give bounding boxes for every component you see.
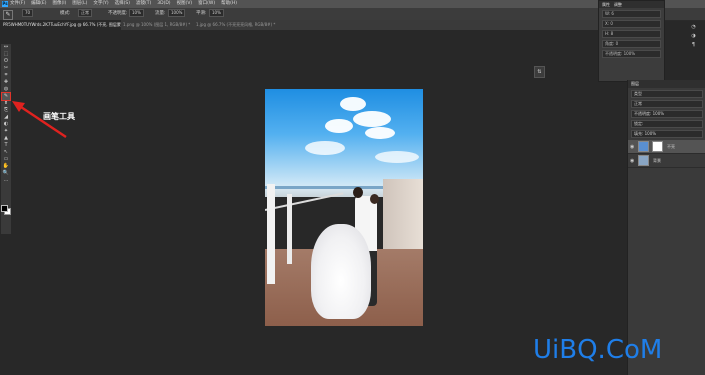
marquee-tool-icon[interactable]: ⬚ — [2, 51, 10, 58]
site-watermark: UiBQ.CoM — [533, 335, 663, 365]
smoothing-field[interactable]: 10% — [207, 8, 224, 20]
brush-size-field[interactable]: 70 — [20, 8, 34, 20]
tab-document-1[interactable]: PR5WHM0TUYWrds.2K7TuuEchYF.jpg @ 66.7% (… — [0, 20, 121, 30]
brush-tool-annotation: 画笔工具 — [43, 112, 75, 121]
menu-view[interactable]: 视图(V) — [177, 0, 193, 8]
move-tool-icon[interactable]: ↔ — [2, 44, 10, 51]
photoshop-logo: Ps — [2, 1, 8, 7]
tab-adjustments[interactable]: 调整 — [614, 2, 622, 7]
menu-filter[interactable]: 滤镜(T) — [136, 0, 151, 8]
properties-panel: 属性 调整 W: 6 X: 0 H: 8 角度: 0 不透明度: 100% — [598, 0, 665, 82]
lasso-tool-icon[interactable]: ʘ — [2, 58, 10, 65]
photo-cloud — [325, 119, 353, 133]
menu-select[interactable]: 选择(S) — [115, 0, 130, 8]
shape-tool-icon[interactable]: ▭ — [2, 156, 10, 163]
mode-label: 模式: — [60, 11, 71, 16]
properties-angle-field[interactable]: 角度: 0 — [602, 40, 661, 48]
menu-edit[interactable]: 编辑(E) — [31, 0, 46, 8]
photo-cloud — [375, 151, 419, 163]
layer-thumbnail — [638, 155, 649, 166]
menu-image[interactable]: 图像(I) — [52, 0, 66, 8]
layer-mask-thumbnail[interactable] — [652, 141, 663, 152]
menu-3d[interactable]: 3D(D) — [157, 0, 170, 8]
foreground-color-swatch[interactable] — [1, 205, 8, 212]
tab-document-2[interactable]: 1.png @ 100% (图层 1, RGB/8#) * — [120, 20, 196, 30]
paragraph-panel-icon[interactable]: ¶ — [690, 42, 697, 49]
layer-fill-field[interactable]: 填充: 100% — [631, 130, 703, 138]
menu-type[interactable]: 文字(Y) — [93, 0, 108, 8]
menu-window[interactable]: 窗口(W) — [198, 0, 215, 8]
tab-document-3[interactable]: 1.jpg @ 66.7% (不亮亮亮风格, RGB/8#) * — [193, 20, 284, 30]
photo-cloud — [305, 141, 345, 155]
properties-x-field[interactable]: X: 0 — [602, 20, 661, 28]
navigator-icon[interactable]: ⇅ — [534, 66, 545, 78]
panel-icon-strip: ◔ ◑ ¶ — [688, 22, 700, 62]
menu-help[interactable]: 帮助(H) — [221, 0, 237, 8]
photo-pillar — [287, 194, 292, 264]
smoothing-label: 平滑: — [196, 11, 207, 16]
document-tabs: PR5WHM0TUYWrds.2K7TuuEchYF.jpg @ 66.7% (… — [0, 20, 598, 30]
layer-kind-filter[interactable]: 类型 — [631, 90, 703, 98]
frame-tool-icon[interactable]: ⌗ — [2, 72, 10, 79]
type-tool-icon[interactable]: T — [2, 142, 10, 149]
layer-opacity-field[interactable]: 不透明度: 100% — [631, 110, 703, 118]
menu-file[interactable]: 文件(F) — [10, 0, 25, 8]
adjustments-panel-icon[interactable]: ◑ — [690, 33, 697, 40]
history-panel-icon[interactable]: ◔ — [690, 24, 697, 31]
layers-header[interactable]: 图层 — [628, 80, 705, 88]
eyedropper-tool-icon[interactable]: ✚ — [2, 79, 10, 86]
layer-row[interactable]: ◉ 不亮 — [628, 140, 705, 154]
properties-header: 属性 调整 — [599, 1, 664, 8]
brush-preset-icon[interactable]: ✎ — [3, 10, 13, 20]
layer-name: 不亮 — [667, 143, 675, 149]
crop-tool-icon[interactable]: ✂ — [2, 65, 10, 72]
opacity-field[interactable]: 10% — [127, 8, 144, 20]
visibility-eye-icon[interactable]: ◉ — [630, 158, 635, 164]
photo-bride-dress — [311, 224, 371, 319]
opacity-label: 不透明度: — [108, 11, 128, 16]
canvas-photo[interactable] — [265, 89, 423, 326]
photo-bride-head — [353, 187, 363, 198]
properties-height-field[interactable]: H: 8 — [602, 30, 661, 38]
photo-cloud — [365, 127, 395, 139]
tab-properties[interactable]: 属性 — [602, 2, 610, 7]
menu-layer[interactable]: 图层(L) — [72, 0, 87, 8]
more-tools-icon[interactable]: … — [2, 177, 10, 184]
flow-field[interactable]: 100% — [166, 8, 186, 20]
layer-lock-options[interactable]: 锁定: — [631, 120, 703, 128]
photo-groom-head — [370, 194, 379, 204]
photo-cloud — [340, 97, 366, 111]
blend-mode-select[interactable]: 正常 — [631, 100, 703, 108]
menu-list: 文件(F) 编辑(E) 图像(I) 图层(L) 文字(Y) 选择(S) 滤镜(T… — [10, 0, 237, 8]
flow-label: 流量: — [155, 11, 166, 16]
layer-row[interactable]: ◉ 背景 — [628, 154, 705, 168]
layer-thumbnail — [638, 141, 649, 152]
mode-select[interactable]: 正常 — [76, 8, 92, 20]
path-select-icon[interactable]: ↖ — [2, 149, 10, 156]
healing-tool-icon[interactable]: ◍ — [2, 86, 10, 93]
layer-name: 背景 — [653, 157, 661, 163]
hand-tool-icon[interactable]: ✋ — [2, 163, 10, 170]
layers-panel: 图层 类型 正常 不透明度: 100% 锁定: 填充: 100% ◉ 不亮 ◉ … — [627, 80, 705, 375]
zoom-tool-icon[interactable]: 🔍 — [2, 170, 10, 177]
properties-width-field[interactable]: W: 6 — [602, 10, 661, 18]
visibility-eye-icon[interactable]: ◉ — [630, 144, 635, 150]
photo-cloud — [353, 111, 391, 127]
photo-pillar — [267, 184, 275, 284]
properties-opacity-field[interactable]: 不透明度: 100% — [602, 50, 661, 58]
